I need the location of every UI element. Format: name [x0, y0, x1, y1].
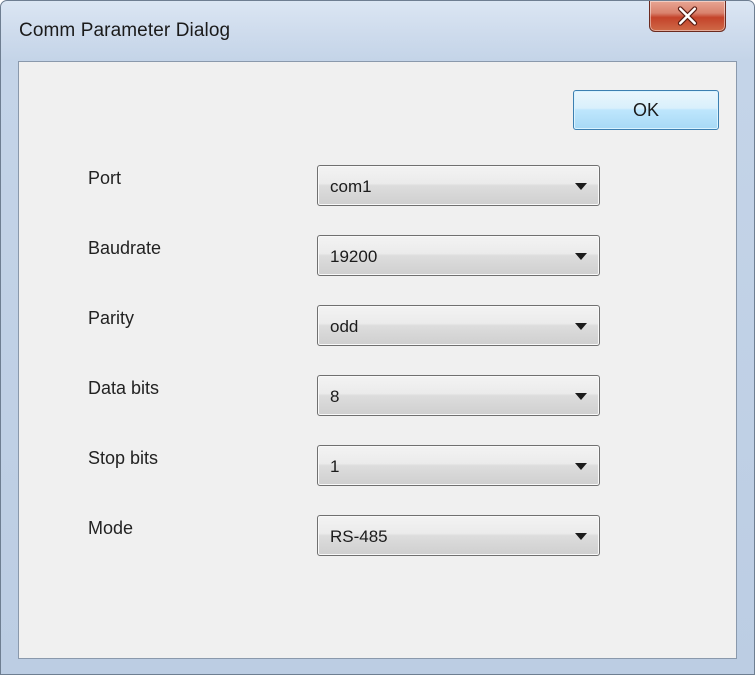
- stop-bits-value: 1: [330, 457, 340, 476]
- dialog-window: Comm Parameter Dialog OK Port com1 Baudr…: [0, 0, 755, 675]
- dropdown-arrow-icon: [575, 393, 587, 400]
- baudrate-value: 19200: [330, 247, 378, 266]
- dropdown-arrow-icon: [575, 183, 587, 190]
- port-combobox[interactable]: com1: [317, 165, 600, 206]
- data-bits-label: Data bits: [88, 378, 160, 398]
- port-value: com1: [330, 177, 372, 196]
- dropdown-arrow-icon: [575, 463, 587, 470]
- dropdown-arrow-icon: [575, 323, 587, 330]
- data-bits-combobox[interactable]: 8: [317, 375, 600, 416]
- parity-combobox[interactable]: odd: [317, 305, 600, 346]
- parity-label: Parity: [88, 308, 135, 328]
- mode-combobox[interactable]: RS-485: [317, 515, 600, 556]
- baudrate-label: Baudrate: [88, 238, 162, 258]
- parity-value: odd: [330, 317, 359, 336]
- data-bits-value: 8: [330, 387, 340, 406]
- stop-bits-label: Stop bits: [88, 448, 159, 468]
- title-bar[interactable]: Comm Parameter Dialog: [1, 1, 754, 41]
- port-label: Port: [88, 168, 122, 188]
- stop-bits-combobox[interactable]: 1: [317, 445, 600, 486]
- baudrate-combobox[interactable]: 19200: [317, 235, 600, 276]
- mode-value: RS-485: [330, 527, 388, 546]
- close-button[interactable]: [649, 1, 726, 32]
- close-icon: [677, 6, 698, 26]
- window-title: Comm Parameter Dialog: [19, 20, 231, 41]
- dropdown-arrow-icon: [575, 253, 587, 260]
- dialog-client-area: OK Port com1 Baudrate 19200 Parity odd D…: [18, 61, 737, 659]
- dropdown-arrow-icon: [575, 533, 587, 540]
- ok-button[interactable]: OK: [573, 90, 719, 130]
- mode-label: Mode: [88, 518, 134, 538]
